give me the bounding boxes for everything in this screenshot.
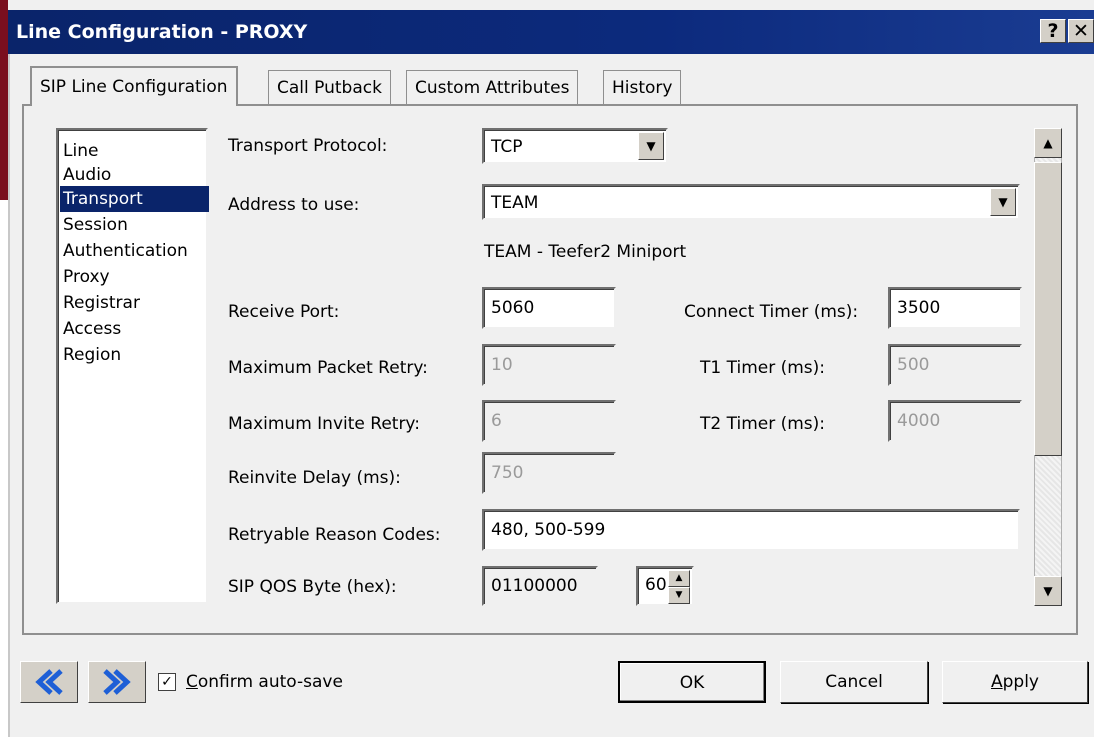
tab-history[interactable]: History: [603, 70, 682, 104]
cancel-button[interactable]: Cancel: [780, 661, 928, 703]
title-bar: Line Configuration - PROXY: [8, 10, 1094, 54]
max-packet-retry-label: Maximum Packet Retry:: [228, 358, 428, 378]
address-to-use-value: TEAM: [491, 193, 539, 213]
scroll-thumb[interactable]: [1034, 162, 1062, 456]
category-item-access[interactable]: Access: [60, 316, 209, 342]
tab-label: SIP Line Configuration: [40, 77, 228, 97]
sip-qos-hex-spinner[interactable]: 60 ▲ ▼: [636, 566, 694, 606]
address-description: TEAM - Teefer2 Miniport: [484, 242, 687, 262]
help-icon: ?: [1047, 20, 1059, 42]
apply-button[interactable]: Apply: [942, 661, 1088, 703]
arrow-up-icon: ▲: [1043, 136, 1053, 150]
category-item-line[interactable]: Line: [60, 138, 209, 164]
confirm-autosave-checkbox[interactable]: ✓: [158, 673, 176, 691]
connect-timer-label: Connect Timer (ms):: [684, 302, 859, 322]
tab-label: Custom Attributes: [415, 78, 570, 98]
sip-qos-hex-value: 60: [645, 575, 667, 595]
tab-custom-attributes[interactable]: Custom Attributes: [406, 70, 579, 104]
previous-button[interactable]: [20, 661, 78, 703]
scroll-up-button[interactable]: ▲: [1034, 128, 1062, 158]
double-chevron-left-icon: [35, 669, 63, 695]
category-item-session[interactable]: Session: [60, 212, 209, 238]
connect-timer-input[interactable]: 3500: [888, 287, 1022, 329]
tab-sip-line-configuration[interactable]: SIP Line Configuration: [30, 66, 238, 106]
max-invite-retry-label: Maximum Invite Retry:: [228, 414, 420, 434]
sip-qos-binary-readout: 01100000: [482, 566, 598, 606]
spinner-up-icon[interactable]: ▲: [668, 570, 690, 587]
t2-timer-label: T2 Timer (ms):: [700, 414, 826, 434]
max-invite-retry-input[interactable]: 6: [482, 400, 616, 442]
close-button[interactable]: ✕: [1068, 19, 1094, 43]
arrow-down-icon: ▼: [1043, 584, 1053, 598]
t1-timer-input[interactable]: 500: [888, 344, 1022, 386]
double-chevron-right-icon: [103, 669, 131, 695]
retryable-reason-codes-label: Retryable Reason Codes:: [228, 525, 441, 545]
tab-call-putback[interactable]: Call Putback: [268, 70, 391, 104]
receive-port-input[interactable]: 5060: [482, 287, 616, 329]
transport-protocol-label: Transport Protocol:: [228, 136, 388, 156]
chevron-down-icon[interactable]: ▼: [638, 132, 664, 160]
address-to-use-select[interactable]: TEAM ▼: [482, 184, 1020, 220]
desktop-window-edge: [0, 0, 8, 200]
retryable-reason-codes-input[interactable]: 480, 500-599: [482, 509, 1020, 551]
t1-timer-label: T1 Timer (ms):: [700, 358, 826, 378]
transport-protocol-select[interactable]: TCP ▼: [482, 128, 668, 164]
reinvite-delay-input[interactable]: 750: [482, 452, 616, 494]
confirm-autosave-text: onfirm auto-save: [197, 672, 343, 692]
receive-port-label: Receive Port:: [228, 302, 340, 322]
help-button[interactable]: ?: [1040, 19, 1066, 43]
category-item-audio[interactable]: Audio: [60, 162, 209, 188]
transport-protocol-value: TCP: [491, 137, 523, 157]
category-item-region[interactable]: Region: [60, 342, 209, 368]
scroll-down-button[interactable]: ▼: [1034, 576, 1062, 606]
confirm-autosave-mnemonic: C: [186, 672, 198, 692]
chevron-down-icon[interactable]: ▼: [990, 188, 1016, 216]
sip-qos-byte-label: SIP QOS Byte (hex):: [228, 577, 397, 597]
next-button[interactable]: [88, 661, 146, 703]
spinner-down-icon[interactable]: ▼: [668, 587, 690, 604]
close-icon: ✕: [1073, 20, 1089, 42]
category-item-registrar[interactable]: Registrar: [60, 290, 209, 316]
t2-timer-input[interactable]: 4000: [888, 400, 1022, 442]
confirm-autosave-label[interactable]: Confirm auto-save: [186, 670, 343, 694]
category-list[interactable]: Line Audio Transport Session Authenticat…: [56, 128, 209, 604]
checkmark-icon: ✓: [161, 674, 173, 690]
max-packet-retry-input[interactable]: 10: [482, 344, 616, 386]
reinvite-delay-label: Reinvite Delay (ms):: [228, 468, 401, 488]
apply-text: pply: [1002, 672, 1039, 692]
ok-button[interactable]: OK: [618, 661, 766, 703]
category-item-authentication[interactable]: Authentication: [60, 238, 209, 264]
desktop-background: [0, 0, 8, 737]
address-to-use-label: Address to use:: [228, 195, 360, 215]
category-item-transport[interactable]: Transport: [60, 186, 209, 212]
tab-label: History: [612, 78, 673, 98]
category-item-proxy[interactable]: Proxy: [60, 264, 209, 290]
window-title: Line Configuration - PROXY: [16, 21, 308, 43]
tab-label: Call Putback: [277, 78, 382, 98]
apply-mnemonic: A: [990, 672, 1003, 692]
